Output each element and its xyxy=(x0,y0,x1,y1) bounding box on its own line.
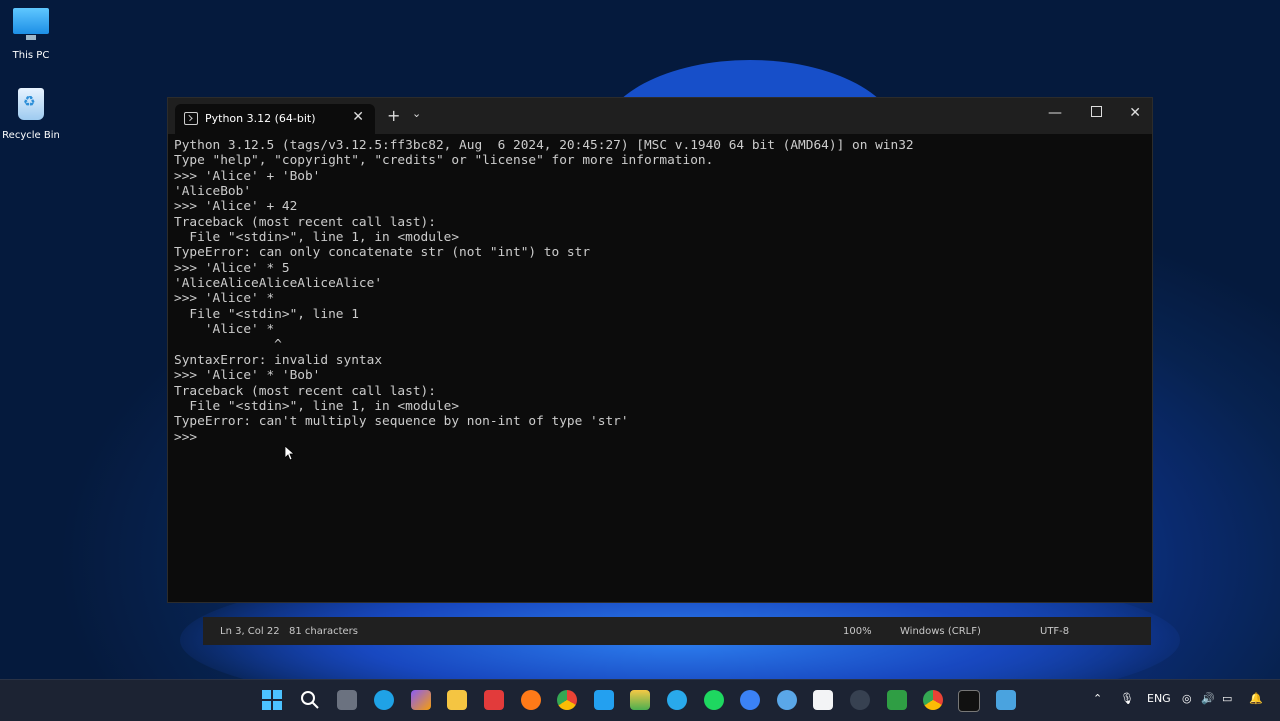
console-line: >>> 'Alice' + 'Bob' xyxy=(174,168,321,184)
encoding[interactable]: UTF-8 xyxy=(1040,626,1069,637)
console-line: >>> 'Alice' * 5 xyxy=(174,260,290,276)
language-indicator[interactable]: ENG xyxy=(1147,692,1171,705)
obs-icon[interactable] xyxy=(850,690,870,710)
console-line: >>> 'Alice' * 'Bob' xyxy=(174,368,321,384)
visual-studio-icon[interactable] xyxy=(887,690,907,710)
volume-icon[interactable]: 🔊 xyxy=(1201,692,1215,705)
cursor-position: Ln 3, Col 22 xyxy=(220,626,280,637)
tab-title: Python 3.12 (64-bit) xyxy=(205,112,316,125)
recycle-bin-icon xyxy=(13,88,49,124)
minimize-icon[interactable]: — xyxy=(1048,105,1062,121)
taskbar: ⌃ 🎙 ENG ◎ 🔊 ▭ 🔔 xyxy=(0,679,1280,721)
console-line: Traceback (most recent call last): xyxy=(174,214,436,230)
tab-close-icon[interactable]: ✕ xyxy=(352,109,364,125)
character-count: 81 characters xyxy=(289,626,358,637)
chevron-down-icon[interactable]: ⌄ xyxy=(412,107,421,120)
copilot-icon[interactable] xyxy=(411,690,431,710)
vscode-icon[interactable] xyxy=(594,690,614,710)
console-line: 'AliceBob' xyxy=(174,184,252,200)
notepad-icon[interactable] xyxy=(996,690,1016,710)
spotify-icon[interactable] xyxy=(704,690,724,710)
terminal-window: Python 3.12 (64-bit) ✕ + ⌄ — ✕ Python 3.… xyxy=(167,97,1153,603)
console-line: File "<stdin>", line 1, in <module> xyxy=(174,398,460,414)
console-line: TypeError: can only concatenate str (not… xyxy=(174,245,591,261)
console-line: File "<stdin>", line 1 xyxy=(174,306,359,322)
monitor-icon xyxy=(13,8,49,44)
search-icon[interactable] xyxy=(300,690,320,710)
desktop-icon-recycle-bin[interactable]: Recycle Bin xyxy=(0,88,66,141)
console-line: >>> 'Alice' + 42 xyxy=(174,199,298,215)
notification-bell-icon[interactable]: 🔔 xyxy=(1249,692,1263,705)
console-line: Python 3.12.5 (tags/v3.12.5:ff3bc82, Aug… xyxy=(174,138,914,153)
title-bar[interactable]: Python 3.12 (64-bit) ✕ + ⌄ — ✕ xyxy=(168,98,1152,134)
maximize-icon[interactable] xyxy=(1091,105,1102,121)
console-line: >>> 'Alice' * xyxy=(174,291,275,307)
desktop-icon-label: Recycle Bin xyxy=(2,130,60,141)
desktop-icon-this-pc[interactable]: This PC xyxy=(0,8,66,61)
layers-app-icon[interactable] xyxy=(630,690,650,710)
console-output[interactable]: Python 3.12.5 (tags/v3.12.5:ff3bc82, Aug… xyxy=(174,138,1146,598)
app-store-icon[interactable] xyxy=(740,690,760,710)
task-view-icon[interactable] xyxy=(337,690,357,710)
new-tab-icon[interactable]: + xyxy=(387,106,400,125)
console-line: File "<stdin>", line 1, in <module> xyxy=(174,230,460,246)
desktop-icon-label: This PC xyxy=(12,50,50,61)
file-explorer-icon[interactable] xyxy=(447,690,467,710)
vpn-icon[interactable] xyxy=(777,690,797,710)
console-line: Type "help", "copyright", "credits" or "… xyxy=(174,153,714,169)
telegram-icon[interactable] xyxy=(667,690,687,710)
network-icon[interactable]: ◎ xyxy=(1182,692,1192,705)
edge-icon[interactable] xyxy=(374,690,394,710)
anydesk-icon[interactable] xyxy=(484,690,504,710)
windows-start-icon[interactable] xyxy=(262,690,282,710)
console-line: 'Alice' * xyxy=(174,322,275,338)
mouse-cursor-icon xyxy=(284,445,296,465)
notepad-status-bar: Ln 3, Col 22 81 characters 100% Windows … xyxy=(203,617,1151,645)
tab-python[interactable]: Python 3.12 (64-bit) ✕ xyxy=(175,104,375,134)
microphone-icon[interactable]: 🎙 xyxy=(1120,692,1134,705)
console-line: SyntaxError: invalid syntax xyxy=(174,352,383,368)
chrome-icon[interactable] xyxy=(557,690,577,710)
console-line: ^ xyxy=(174,337,282,353)
line-ending[interactable]: Windows (CRLF) xyxy=(900,626,981,637)
terminal-icon xyxy=(184,112,198,125)
capcut-icon[interactable] xyxy=(813,690,833,710)
console-line: TypeError: can't multiply sequence by no… xyxy=(174,414,629,430)
chevron-up-icon[interactable]: ⌃ xyxy=(1093,692,1102,705)
chrome-profile-icon[interactable] xyxy=(923,690,943,710)
close-window-icon[interactable]: ✕ xyxy=(1129,105,1141,121)
battery-icon[interactable]: ▭ xyxy=(1222,692,1232,705)
console-line: 'AliceAliceAliceAliceAlice' xyxy=(174,276,383,292)
terminal-taskbar-icon[interactable] xyxy=(958,690,980,712)
console-line: Traceback (most recent call last): xyxy=(174,383,436,399)
zoom-level[interactable]: 100% xyxy=(843,626,872,637)
firefox-icon[interactable] xyxy=(521,690,541,710)
console-line: >>> xyxy=(174,429,205,445)
